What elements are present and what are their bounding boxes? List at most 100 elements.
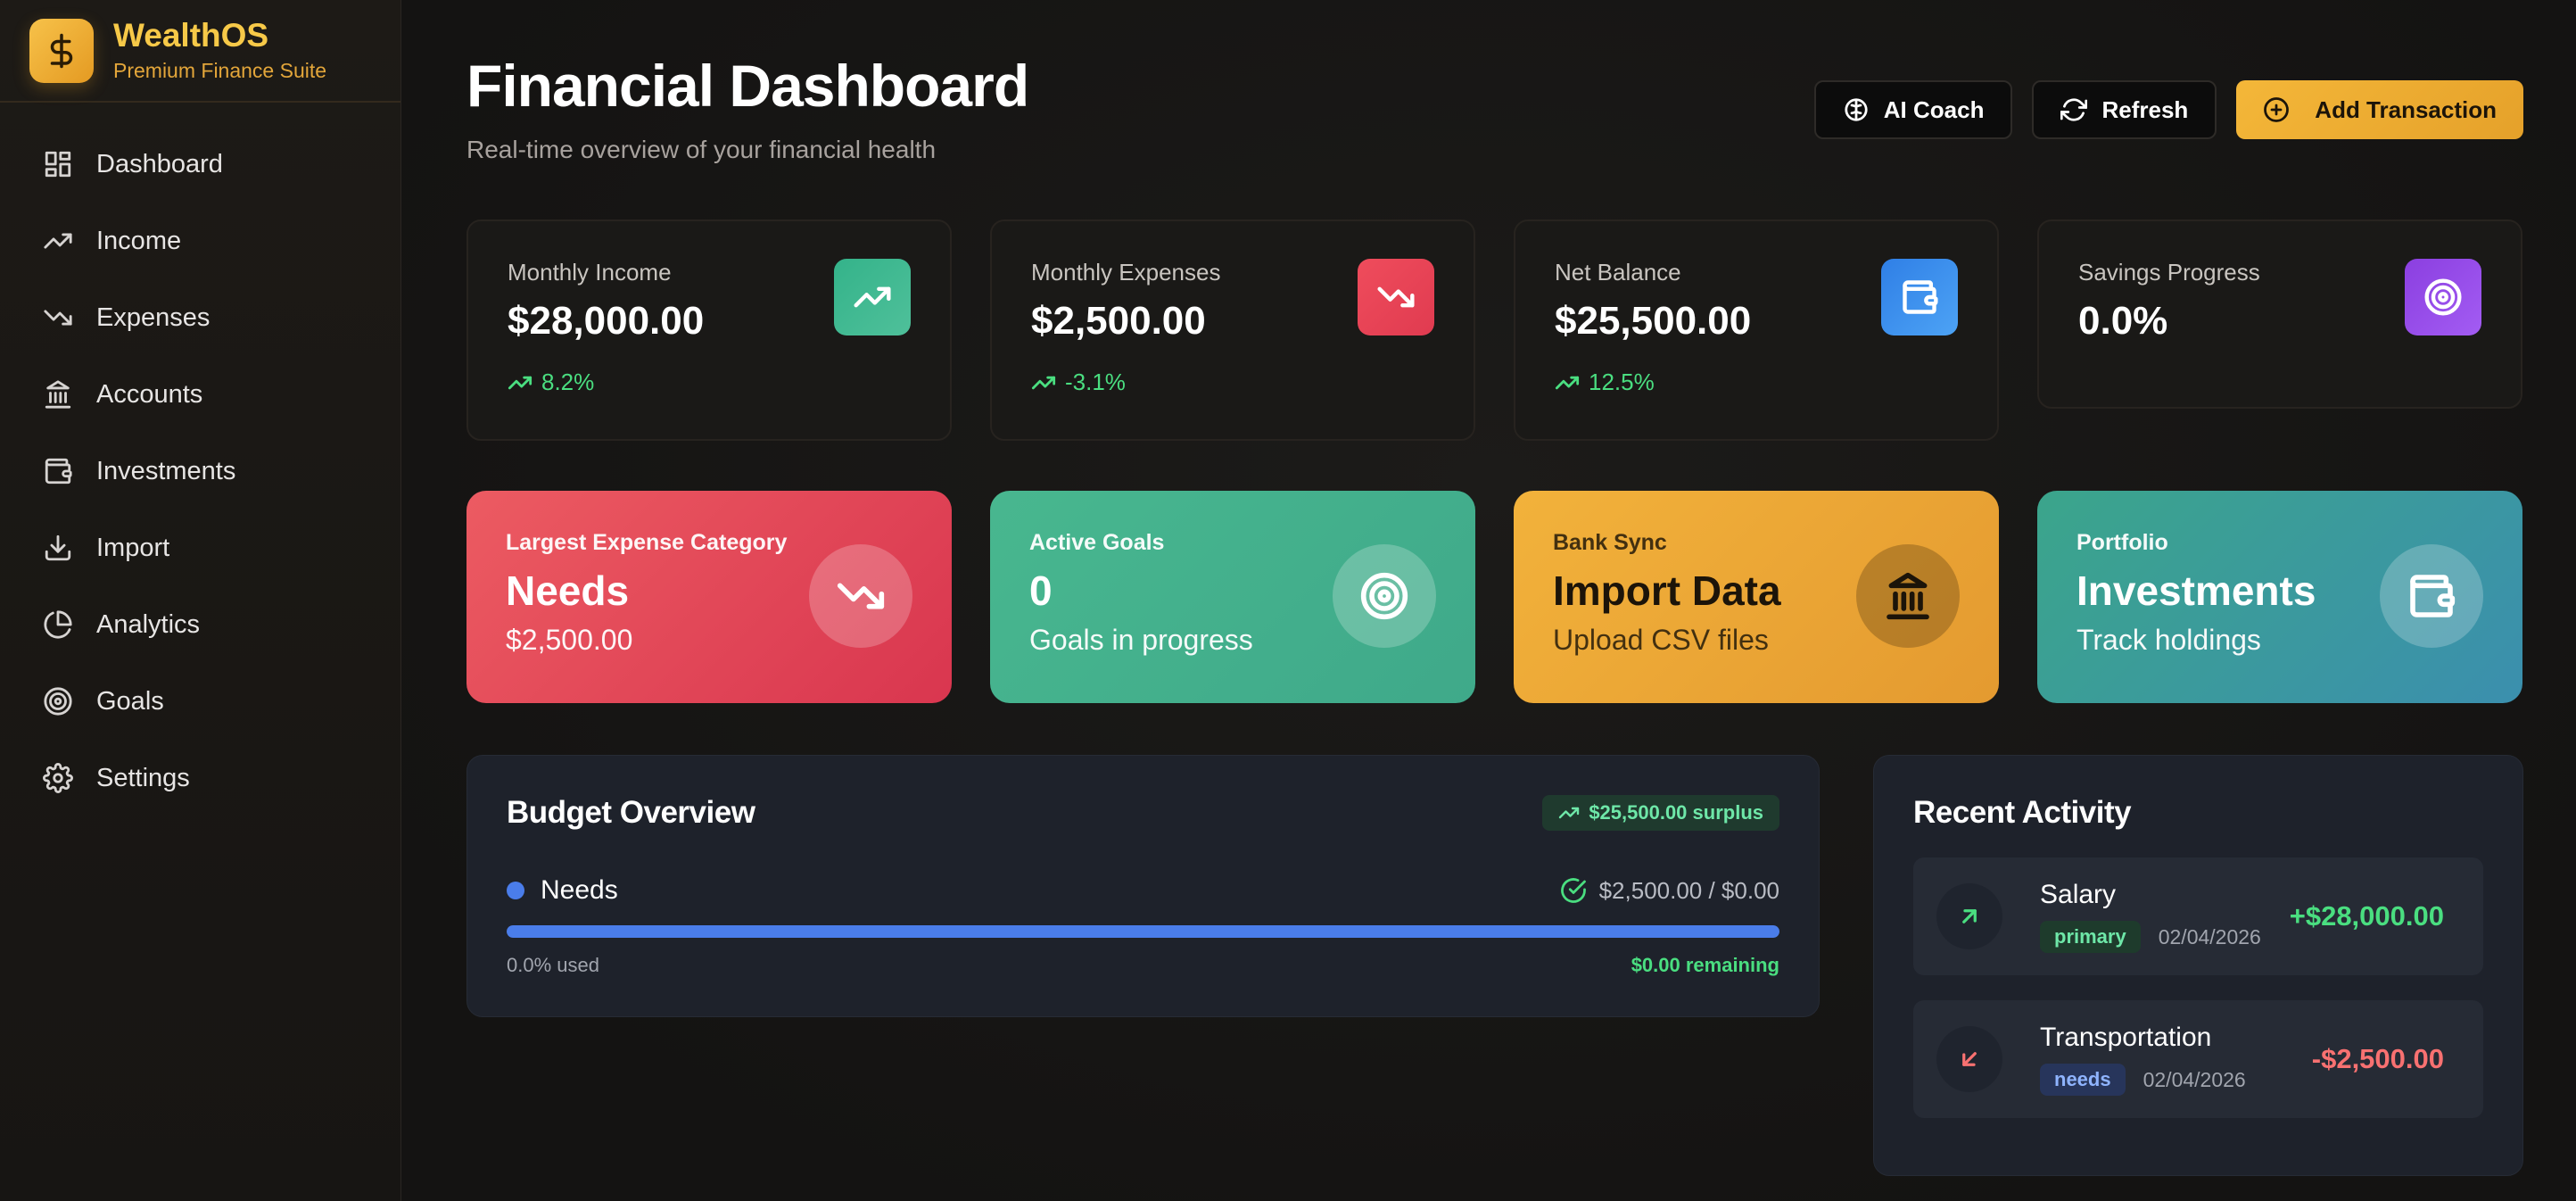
activity-amount: -$2,500.00 (2311, 1043, 2444, 1074)
wallet-icon (1881, 259, 1958, 335)
sidebar-item-label: Analytics (96, 609, 201, 639)
header-actions: AI Coach Refresh Add Transaction (1813, 80, 2523, 139)
budget-progress-bar (507, 925, 1779, 938)
brand-tagline: Premium Finance Suite (113, 59, 327, 83)
bottom-panels: Budget Overview $25,500.00 surplus Needs… (466, 755, 2523, 1176)
stat-cards: Monthly Income $28,000.00 8.2% Monthly E… (466, 219, 2523, 441)
add-transaction-label: Add Transaction (2315, 95, 2497, 123)
feature-card-bank-sync[interactable]: Bank Sync Import Data Upload CSV files (1514, 491, 1999, 703)
sidebar-item-label: Goals (96, 686, 164, 716)
trend-up-icon (44, 233, 72, 249)
sidebar-item-settings[interactable]: Settings (0, 740, 400, 816)
stat-delta: 12.5% (1555, 369, 1958, 396)
trend-down-icon (809, 544, 912, 648)
page-header: Financial Dashboard Real-time overview o… (466, 0, 2523, 164)
activity-tag: primary (2040, 921, 2141, 953)
sidebar-item-import[interactable]: Import (0, 509, 400, 586)
budget-item-needs[interactable]: Needs $2,500.00 / $0.00 (507, 875, 1779, 906)
sidebar-item-label: Import (96, 533, 170, 562)
sidebar-item-investments[interactable]: Investments (0, 433, 400, 509)
budget-used: 0.0% used (507, 954, 599, 976)
target-icon (2405, 259, 2481, 335)
activity-title: Recent Activity (1913, 795, 2132, 830)
surplus-text: $25,500.00 surplus (1589, 801, 1763, 824)
activity-name: Transportation (2040, 1023, 2212, 1052)
gear-icon (43, 763, 73, 793)
stat-delta-value: 12.5% (1589, 369, 1655, 395)
sidebar: WealthOS Premium Finance Suite Dashboard… (0, 0, 401, 1201)
stat-delta-value: 8.2% (541, 369, 595, 395)
brand: WealthOS Premium Finance Suite (0, 0, 400, 103)
wallet-icon (45, 458, 72, 485)
arrow-down-left-icon (1936, 1026, 2002, 1092)
sidebar-item-label: Dashboard (96, 149, 223, 178)
feature-cards: Largest Expense Category Needs $2,500.00… (466, 491, 2523, 703)
target-icon (44, 687, 72, 716)
sidebar-item-income[interactable]: Income (0, 203, 400, 279)
stat-card-monthly-expenses[interactable]: Monthly Expenses $2,500.00 -3.1% (990, 219, 1475, 441)
bank-icon (45, 380, 71, 409)
stat-delta: -3.1% (1031, 369, 1434, 396)
stat-card-savings-progress[interactable]: Savings Progress 0.0% (2037, 219, 2522, 409)
brain-icon (1845, 98, 1868, 121)
main-content: Financial Dashboard Real-time overview o… (401, 0, 2576, 1201)
page-subtitle: Real-time overview of your financial hea… (466, 136, 937, 163)
plus-circle-icon (2264, 97, 2290, 122)
sidebar-item-goals[interactable]: Goals (0, 663, 400, 740)
sidebar-item-label: Settings (96, 763, 190, 792)
trend-down-icon (1358, 259, 1434, 335)
add-transaction-button[interactable]: Add Transaction (2236, 80, 2523, 139)
feature-card-active-goals[interactable]: Active Goals 0 Goals in progress (990, 491, 1475, 703)
feature-card-largest-expense[interactable]: Largest Expense Category Needs $2,500.00 (466, 491, 952, 703)
sidebar-item-label: Investments (96, 456, 236, 485)
activity-date: 02/04/2026 (2158, 924, 2261, 948)
wallet-icon (2380, 544, 2483, 648)
stat-card-monthly-income[interactable]: Monthly Income $28,000.00 8.2% (466, 219, 952, 441)
stat-delta-value: -3.1% (1065, 369, 1126, 395)
budget-item-name: Needs (541, 875, 618, 905)
sidebar-item-expenses[interactable]: Expenses (0, 279, 400, 356)
trend-down-icon (44, 310, 72, 326)
refresh-label: Refresh (2101, 95, 2189, 123)
refresh-icon (2060, 98, 2088, 121)
sidebar-item-accounts[interactable]: Accounts (0, 356, 400, 433)
refresh-button[interactable]: Refresh (2032, 80, 2217, 139)
dollar-icon[interactable] (29, 18, 94, 83)
ai-coach-label: AI Coach (1883, 95, 1985, 123)
activity-amount: +$28,000.00 (2289, 900, 2444, 932)
budget-remaining: $0.00 remaining (1631, 954, 1779, 976)
stat-card-net-balance[interactable]: Net Balance $25,500.00 12.5% (1514, 219, 1999, 441)
sidebar-item-dashboard[interactable]: Dashboard (0, 126, 400, 203)
sidebar-item-label: Income (96, 226, 182, 255)
page-title: Financial Dashboard (466, 53, 1029, 119)
recent-activity-panel: Recent Activity Salary primary 02/04/202… (1873, 755, 2523, 1176)
activity-date: 02/04/2026 (2143, 1067, 2246, 1091)
activity-item[interactable]: Transportation needs 02/04/2026 -$2,500.… (1913, 1000, 2483, 1118)
trend-up-icon (834, 259, 911, 335)
sidebar-item-label: Expenses (96, 302, 211, 332)
budget-item-amount: $2,500.00 / $0.00 (1598, 876, 1779, 904)
trend-up-icon (1031, 376, 1056, 389)
activity-item[interactable]: Salary primary 02/04/2026 +$28,000.00 (1913, 857, 2483, 975)
sidebar-item-analytics[interactable]: Analytics (0, 586, 400, 663)
sidebar-nav: Dashboard Income Expenses Accounts Inves… (0, 103, 400, 816)
activity-tag: needs (2040, 1064, 2126, 1096)
surplus-badge: $25,500.00 surplus (1542, 795, 1779, 831)
download-icon (45, 534, 71, 561)
trend-up-icon (508, 376, 533, 389)
budget-progress-fill (507, 925, 1779, 938)
target-icon (1333, 544, 1436, 648)
ai-coach-button[interactable]: AI Coach (1813, 80, 2013, 139)
stat-delta: 8.2% (508, 369, 911, 396)
budget-overview-panel: Budget Overview $25,500.00 surplus Needs… (466, 755, 1820, 1017)
activity-name: Salary (2040, 880, 2117, 909)
budget-title: Budget Overview (507, 795, 755, 830)
sidebar-item-label: Accounts (96, 379, 203, 409)
category-dot (507, 882, 524, 899)
brand-name: WealthOS (113, 16, 269, 54)
trend-up-icon (1559, 807, 1580, 819)
pie-chart-icon (44, 610, 72, 639)
feature-card-portfolio[interactable]: Portfolio Investments Track holdings (2037, 491, 2522, 703)
arrow-up-right-icon (1936, 883, 2002, 949)
bank-icon (1856, 544, 1960, 648)
